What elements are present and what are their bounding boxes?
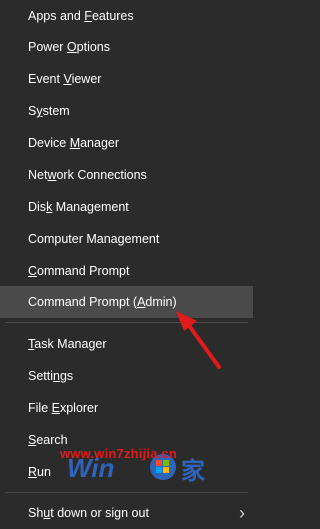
watermark-text: www.win7zhijia.cn [60,446,178,461]
svg-text:家: 家 [181,457,205,485]
